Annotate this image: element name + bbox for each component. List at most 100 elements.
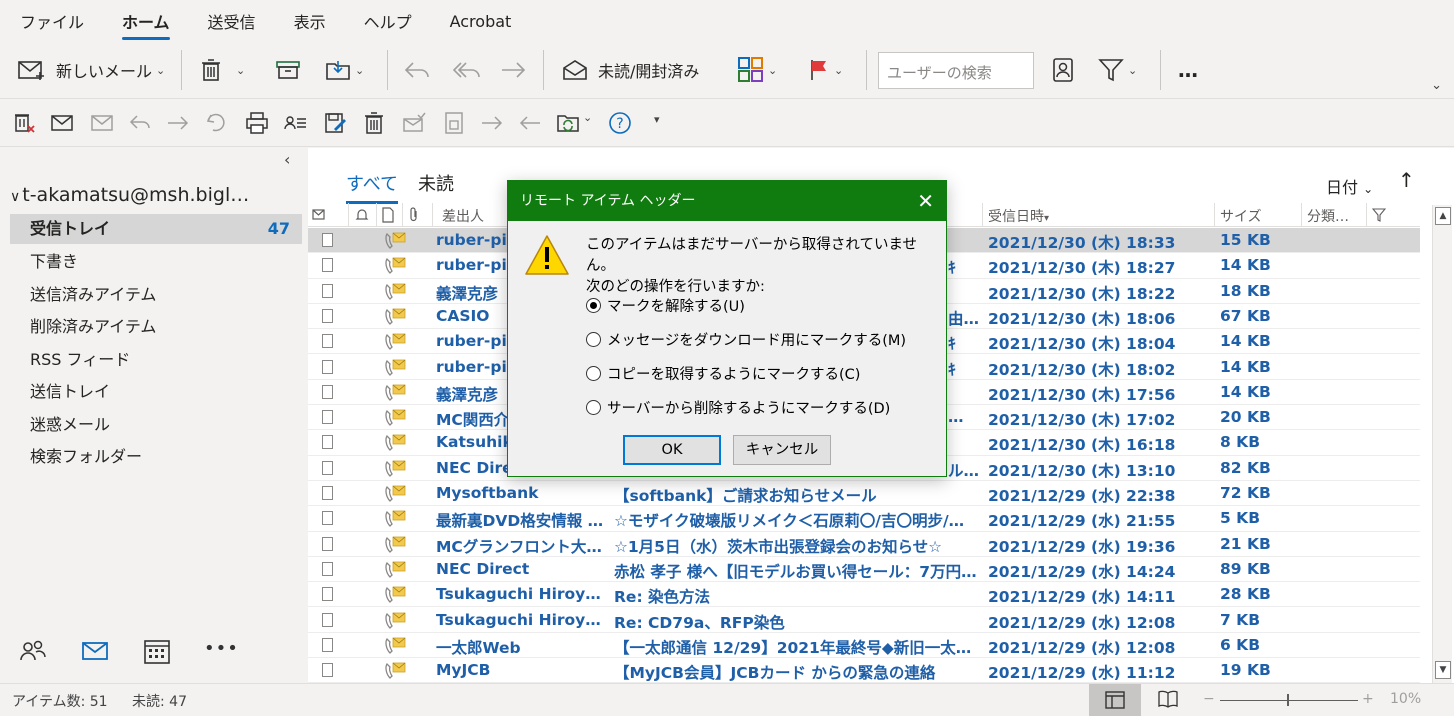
zoom-level[interactable]: 10%	[1390, 691, 1421, 707]
folder-sent[interactable]: 送信済みアイテム	[10, 280, 302, 310]
folder-deleted[interactable]: 削除済みアイテム	[10, 312, 302, 342]
sync-folder-icon[interactable]	[556, 111, 580, 135]
normal-view-button[interactable]	[1089, 684, 1141, 716]
chevron-down-icon[interactable]: ⌄	[1128, 64, 1137, 77]
customize-toolbar-icon[interactable]: ▾	[654, 113, 660, 126]
menu-help[interactable]: ヘルプ	[364, 9, 412, 33]
chevron-down-icon[interactable]: ⌄	[768, 64, 777, 77]
folder-rss[interactable]: RSS フィード	[10, 345, 302, 375]
radio-button[interactable]	[586, 366, 601, 381]
option-unmark[interactable]: マークを解除する(U)	[586, 295, 745, 316]
table-row[interactable]: Tsukaguchi Hiroya… Re: 染色方法 2021/12/29 (水)…	[308, 582, 1420, 608]
row-subject: 赤松 孝子 様へ【旧モデルお買い得セール：7万円台…	[614, 562, 982, 581]
chevron-down-icon[interactable]: ⌄	[583, 111, 592, 124]
menu-home[interactable]: ホーム	[122, 9, 170, 40]
save-edit-icon[interactable]	[324, 111, 348, 135]
sort-by-dropdown[interactable]: 日付 ⌄	[1326, 174, 1373, 198]
forward-button[interactable]	[500, 42, 528, 98]
archive-button[interactable]	[275, 42, 301, 98]
flag-column-icon[interactable]	[1372, 208, 1386, 222]
cancel-button[interactable]: キャンセル	[733, 435, 831, 465]
folder-junk[interactable]: 迷惑メール	[10, 410, 302, 440]
scroll-down-icon[interactable]: ▼	[1435, 661, 1451, 679]
people-icon[interactable]	[18, 636, 48, 666]
menu-file[interactable]: ファイル	[20, 9, 84, 33]
column-from[interactable]: 差出人	[442, 206, 484, 226]
flag-button[interactable]: ⌄	[808, 42, 843, 98]
chevron-down-icon[interactable]: ⌄	[355, 64, 364, 77]
column-category[interactable]: 分類…	[1307, 206, 1349, 226]
print-icon[interactable]	[245, 111, 269, 135]
collapse-pane-icon[interactable]: ‹	[284, 150, 290, 169]
attachment-column-icon[interactable]	[408, 207, 420, 223]
zoom-slider[interactable]	[1220, 700, 1358, 701]
zoom-slider-thumb[interactable]	[1287, 694, 1289, 706]
filter-button[interactable]: ⌄	[1098, 42, 1137, 98]
reply-all-button[interactable]	[452, 42, 482, 98]
close-icon[interactable]: ✕	[917, 181, 934, 221]
chevron-down-icon[interactable]: ⌄	[236, 64, 245, 77]
categorize-button[interactable]: ⌄	[738, 42, 777, 98]
nav-more-button[interactable]: •••	[204, 638, 239, 659]
account-header[interactable]: ∨ t-akamatsu@msh.bigl…	[10, 184, 249, 206]
trash-icon[interactable]	[362, 111, 386, 135]
menu-acrobat[interactable]: Acrobat	[450, 12, 512, 31]
table-row[interactable]: 最新裏DVD格安情報 … ☆モザイク破壊版リメイク＜石原莉〇/吉〇明步/… 2021…	[308, 506, 1420, 532]
mail-nav-icon[interactable]	[80, 636, 110, 666]
option-mark-copy[interactable]: コピーを取得するようにマークする(C)	[586, 363, 860, 384]
tab-all[interactable]: すべて	[346, 170, 399, 204]
row-received: 2021/12/30 (木) 17:56	[988, 385, 1176, 404]
address-book-button[interactable]	[1052, 42, 1074, 98]
tab-unread[interactable]: 未読	[418, 170, 454, 196]
collapse-ribbon-icon[interactable]: ⌄	[1431, 78, 1442, 93]
zoom-in-button[interactable]: +	[1362, 691, 1374, 707]
option-mark-download[interactable]: メッセージをダウンロード用にマークする(M)	[586, 329, 906, 350]
user-search-input[interactable]: ユーザーの検索	[878, 52, 1034, 89]
folder-inbox[interactable]: 受信トレイ 47	[10, 214, 302, 244]
delete-all-icon[interactable]	[12, 111, 36, 135]
address-list-icon[interactable]	[284, 111, 308, 135]
column-divider	[1214, 203, 1215, 227]
radio-button[interactable]	[586, 332, 601, 347]
row-size: 67 KB	[1220, 306, 1271, 325]
column-size[interactable]: サイズ	[1220, 206, 1262, 226]
folder-search[interactable]: 検索フォルダー	[10, 442, 302, 472]
menu-send-receive[interactable]: 送受信	[208, 9, 256, 33]
chevron-down-icon[interactable]: ⌄	[834, 64, 843, 77]
delete-button[interactable]: ⌄	[200, 42, 245, 98]
sort-order-arrow-icon[interactable]: ↑	[1398, 168, 1415, 192]
table-row[interactable]: MyJCB 【MyJCB会員】JCBカード からの緊急の連絡 2021/12/29 …	[308, 658, 1420, 683]
reading-view-button[interactable]	[1143, 684, 1195, 716]
reply-button[interactable]	[403, 42, 431, 98]
vertical-scrollbar[interactable]: ▲ ▼	[1432, 205, 1452, 683]
new-mail-button[interactable]: 新しいメール ⌄	[18, 42, 165, 98]
icon-column-icon[interactable]	[382, 207, 394, 223]
row-received: 2021/12/30 (木) 18:04	[988, 335, 1176, 354]
unread-read-button[interactable]: 未読/開封済み	[562, 42, 699, 98]
calendar-icon[interactable]	[142, 636, 172, 666]
more-options-button[interactable]: …	[1178, 42, 1199, 98]
folder-outbox[interactable]: 送信トレイ	[10, 377, 302, 407]
unread-count-status: 未読: 47	[132, 694, 187, 710]
menu-view[interactable]: 表示	[294, 9, 326, 33]
radio-button[interactable]	[586, 400, 601, 415]
help-icon[interactable]: ?	[608, 111, 632, 135]
table-row[interactable]: Mysoftbank 【softbank】ご請求お知らせメール 2021/12/29…	[308, 481, 1420, 507]
zoom-out-button[interactable]: −	[1203, 691, 1215, 707]
folder-drafts[interactable]: 下書き	[10, 247, 302, 277]
chevron-down-icon[interactable]: ⌄	[156, 64, 165, 77]
table-row[interactable]: NEC Direct 赤松 孝子 様へ【旧モデルお買い得セール：7万円台… 2021…	[308, 557, 1420, 583]
column-received[interactable]: 受信日時▾	[988, 206, 1049, 226]
radio-button[interactable]	[586, 298, 601, 313]
table-row[interactable]: 一太郎Web 【一太郎通信 12/29】2021年最終号◆新旧一太… 2021/12…	[308, 633, 1420, 659]
remote-mail-icon	[385, 333, 406, 351]
move-button[interactable]: ⌄	[325, 42, 364, 98]
scroll-up-icon[interactable]: ▲	[1435, 207, 1451, 225]
table-row[interactable]: MCグランフロント大阪… ☆1月5日（水）茨木市出張登録会のお知らせ☆ 2021/1…	[308, 532, 1420, 557]
reminder-column-icon[interactable]	[354, 207, 370, 223]
mail-icon[interactable]	[50, 111, 74, 135]
table-row[interactable]: Tsukaguchi Hiroya… Re: CD79a、RFP染色 2021/12…	[308, 608, 1420, 633]
option-mark-delete[interactable]: サーバーから削除するようにマークする(D)	[586, 397, 890, 418]
importance-column-icon[interactable]	[312, 208, 328, 222]
ok-button[interactable]: OK	[623, 435, 721, 465]
